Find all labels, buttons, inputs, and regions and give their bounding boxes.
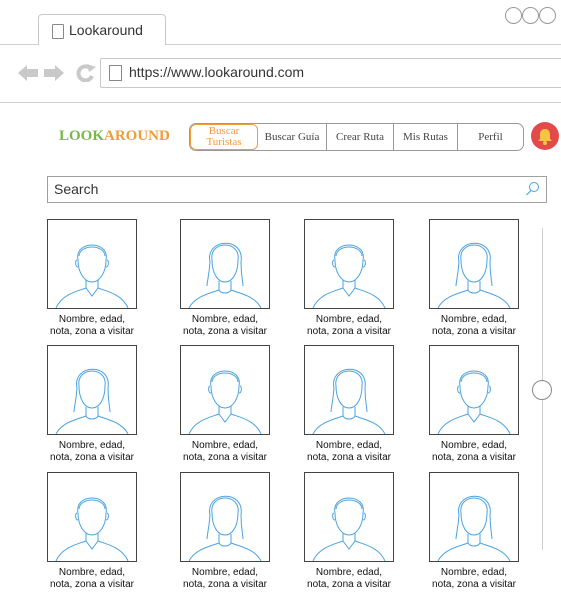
male-avatar-icon — [312, 497, 386, 562]
tab-label: Buscar Turistas — [206, 125, 242, 148]
male-avatar-icon — [312, 244, 386, 309]
caption-line-2: nota, zona a visitar — [183, 326, 267, 337]
caption-line-2: nota, zona a visitar — [50, 326, 134, 337]
card-caption: Nombre, edad, nota, zona a visitar — [294, 314, 404, 338]
caption-line-2: nota, zona a visitar — [50, 579, 134, 590]
browser-tab[interactable]: Lookaround — [38, 14, 166, 45]
back-arrow-icon[interactable] — [18, 65, 38, 81]
caption-line-2: nota, zona a visitar — [50, 452, 134, 463]
tab-mis-rutas[interactable]: Mis Rutas — [394, 124, 458, 150]
window-button-2[interactable] — [522, 7, 539, 24]
avatar[interactable] — [429, 345, 519, 435]
female-avatar-icon — [437, 495, 511, 562]
card-caption: Nombre, edad, nota, zona a visitar — [294, 567, 404, 591]
caption-line-1: Nombre, edad, — [440, 440, 508, 451]
notifications-button[interactable] — [531, 122, 559, 150]
caption-line-1: Nombre, edad, — [315, 440, 383, 451]
card-caption: Nombre, edad, nota, zona a visitar — [419, 440, 529, 464]
card-caption: Nombre, edad, nota, zona a visitar — [37, 440, 147, 464]
forward-arrow-icon[interactable] — [44, 65, 64, 81]
female-avatar-icon — [188, 495, 262, 562]
male-avatar-icon — [55, 497, 129, 562]
caption-line-1: Nombre, edad, — [58, 440, 126, 451]
search-icon[interactable] — [525, 181, 540, 196]
avatar[interactable] — [47, 472, 137, 562]
bell-icon — [538, 129, 552, 145]
caption-line-1: Nombre, edad, — [191, 567, 259, 578]
caption-line-2: nota, zona a visitar — [307, 452, 391, 463]
card-caption: Nombre, edad, nota, zona a visitar — [419, 567, 529, 591]
tab-label: Buscar Guía — [264, 130, 320, 143]
card-caption: Nombre, edad, nota, zona a visitar — [170, 567, 280, 591]
avatar[interactable] — [429, 472, 519, 562]
caption-line-2: nota, zona a visitar — [432, 326, 516, 337]
tab-label: Perfil — [478, 130, 503, 143]
logo-around: AROUND — [104, 128, 170, 144]
avatar[interactable] — [429, 219, 519, 309]
search-input[interactable]: Search — [54, 181, 98, 197]
url-text: https://www.lookaround.com — [129, 64, 305, 80]
tab-buscar-guia[interactable]: Buscar Guía — [258, 124, 327, 150]
female-avatar-icon — [188, 242, 262, 309]
caption-line-2: nota, zona a visitar — [307, 579, 391, 590]
avatar[interactable] — [180, 472, 270, 562]
card-caption: Nombre, edad, nota, zona a visitar — [37, 567, 147, 591]
caption-line-1: Nombre, edad, — [440, 567, 508, 578]
address-bar[interactable]: https://www.lookaround.com — [100, 58, 561, 88]
tab-crear-ruta[interactable]: Crear Ruta — [327, 124, 394, 150]
avatar[interactable] — [304, 472, 394, 562]
window-button-3[interactable] — [539, 7, 556, 24]
caption-line-2: nota, zona a visitar — [183, 452, 267, 463]
card-caption: Nombre, edad, nota, zona a visitar — [37, 314, 147, 338]
caption-line-1: Nombre, edad, — [58, 314, 126, 325]
tab-perfil[interactable]: Perfil — [458, 124, 523, 150]
caption-line-1: Nombre, edad, — [315, 567, 383, 578]
nav-arrows — [18, 64, 96, 82]
reload-icon[interactable] — [76, 64, 96, 82]
page-icon — [52, 24, 64, 39]
caption-line-1: Nombre, edad, — [315, 314, 383, 325]
male-avatar-icon — [437, 370, 511, 435]
search-box[interactable]: Search — [47, 176, 547, 203]
male-avatar-icon — [188, 370, 262, 435]
tab-label: Crear Ruta — [336, 130, 384, 143]
avatar[interactable] — [180, 345, 270, 435]
scroll-thumb[interactable] — [532, 380, 552, 400]
tab-buscar-turistas[interactable]: Buscar Turistas — [190, 124, 258, 150]
avatar[interactable] — [47, 219, 137, 309]
female-avatar-icon — [312, 368, 386, 435]
caption-line-1: Nombre, edad, — [440, 314, 508, 325]
female-avatar-icon — [437, 242, 511, 309]
tab-title: Lookaround — [69, 22, 143, 38]
caption-line-2: nota, zona a visitar — [183, 579, 267, 590]
caption-line-1: Nombre, edad, — [191, 314, 259, 325]
female-avatar-icon — [55, 368, 129, 435]
caption-line-1: Nombre, edad, — [191, 440, 259, 451]
avatar[interactable] — [47, 345, 137, 435]
logo-look: LOOK — [59, 128, 105, 144]
card-caption: Nombre, edad, nota, zona a visitar — [170, 314, 280, 338]
card-caption: Nombre, edad, nota, zona a visitar — [419, 314, 529, 338]
caption-line-2: nota, zona a visitar — [432, 452, 516, 463]
app-logo[interactable]: LOOKAROUND — [59, 128, 170, 145]
caption-line-2: nota, zona a visitar — [307, 326, 391, 337]
tab-label: Mis Rutas — [403, 130, 448, 143]
page-icon — [109, 65, 122, 81]
male-avatar-icon — [55, 244, 129, 309]
main-nav: Buscar Turistas Buscar Guía Crear Ruta M… — [189, 123, 524, 151]
avatar[interactable] — [304, 219, 394, 309]
card-caption: Nombre, edad, nota, zona a visitar — [294, 440, 404, 464]
window-button-1[interactable] — [505, 7, 522, 24]
caption-line-2: nota, zona a visitar — [432, 579, 516, 590]
caption-line-1: Nombre, edad, — [58, 567, 126, 578]
avatar[interactable] — [304, 345, 394, 435]
card-caption: Nombre, edad, nota, zona a visitar — [170, 440, 280, 464]
avatar[interactable] — [180, 219, 270, 309]
